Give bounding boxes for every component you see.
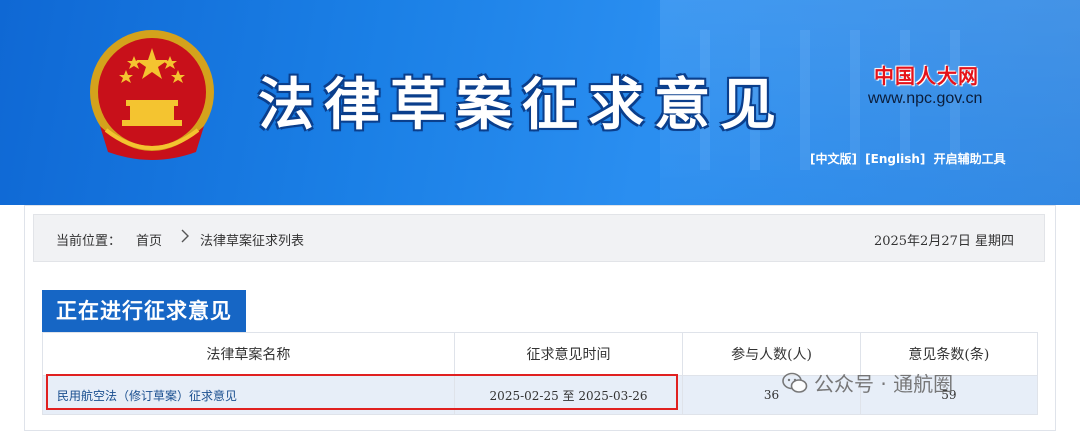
breadcrumb-home-link[interactable]: 首页	[136, 230, 162, 249]
site-title: 法律草案征求意见	[258, 72, 786, 138]
breadcrumb-current[interactable]: 法律草案征求列表	[200, 230, 304, 249]
section-title: 正在进行征求意见	[42, 290, 246, 332]
column-header-period: 征求意见时间	[453, 332, 684, 376]
language-links: [中文版] [English] 开启辅助工具	[810, 150, 1010, 167]
chinese-version-link[interactable]: [中文版]	[810, 152, 857, 166]
current-date: 2025年2月27日 星期四	[873, 234, 1014, 249]
national-emblem-icon	[90, 30, 214, 160]
accessibility-tools-link[interactable]: 开启辅助工具	[934, 152, 1006, 166]
chevron-right-icon	[181, 229, 189, 243]
draft-law-name-link[interactable]: 民用航空法（修订草案）征求意见	[42, 375, 455, 415]
npc-url[interactable]: www.npc.gov.cn	[868, 90, 982, 108]
site-banner: 法律草案征求意见 中国人大网 www.npc.gov.cn [中文版] [Eng…	[0, 0, 1080, 205]
column-header-name: 法律草案名称	[42, 332, 455, 376]
wechat-icon	[782, 372, 808, 393]
english-version-link[interactable]: [English]	[865, 152, 925, 166]
breadcrumb: 当前位置： 首页 法律草案征求列表 2025年2月27日 星期四	[33, 214, 1045, 262]
breadcrumb-label: 当前位置：	[56, 234, 122, 249]
wechat-watermark: 公众号 · 通航圈	[782, 368, 953, 397]
npc-logo[interactable]: 中国人大网	[874, 60, 979, 89]
watermark-text: 公众号 · 通航圈	[814, 372, 954, 396]
content-panel: 当前位置： 首页 法律草案征求列表 2025年2月27日 星期四 正在进行征求意…	[24, 205, 1056, 431]
comment-period: 2025-02-25 至 2025-03-26	[453, 375, 684, 415]
